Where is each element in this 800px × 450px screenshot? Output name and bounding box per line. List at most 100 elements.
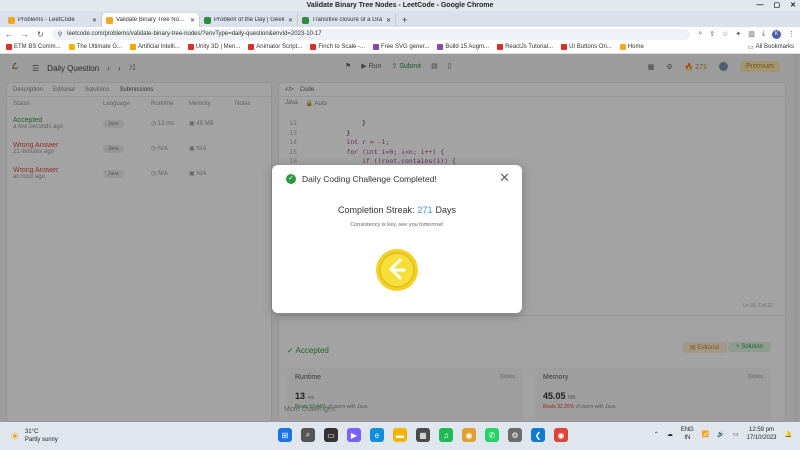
toolbar-right: ⌕ ⇪ ☆ ✦ ▥ ⤓ K ⋮ bbox=[698, 29, 795, 39]
bookmark-item[interactable]: Build 15 Augm... bbox=[437, 44, 489, 50]
wifi-icon[interactable]: 📶 bbox=[702, 431, 709, 438]
spotify-icon[interactable]: ♫ bbox=[439, 428, 453, 442]
minimize-button[interactable]: — bbox=[757, 0, 764, 11]
volume-icon[interactable]: 🔊 bbox=[717, 431, 724, 438]
weather-widget[interactable]: ☀ 31°C Partly sunny bbox=[10, 428, 58, 444]
close-tab-icon[interactable]: ✕ bbox=[386, 17, 391, 24]
all-bookmarks-label: All Bookmarks bbox=[755, 44, 794, 50]
bookmark-icon bbox=[6, 44, 12, 50]
bookmark-icon bbox=[310, 44, 317, 50]
bookmark-item[interactable]: Home bbox=[619, 44, 644, 50]
downloads-icon[interactable]: ⤓ bbox=[762, 30, 765, 38]
tab-problem-of-the-day[interactable]: Problem of the Day | Geek ✕ bbox=[200, 13, 298, 27]
bookmark-label: Free SVG gener... bbox=[381, 44, 430, 50]
battery-icon[interactable]: ▭ bbox=[733, 431, 739, 438]
omnibox[interactable]: ⚲ leetcode.com/problems/validate-binary-… bbox=[51, 28, 691, 40]
bookmark-label: ETM BS Comm... bbox=[14, 44, 61, 50]
chrome-icon-1[interactable]: ◉ bbox=[462, 428, 476, 442]
bookmark-star-icon[interactable]: ☆ bbox=[722, 30, 728, 38]
weather-sun-icon: ☀ bbox=[10, 430, 20, 443]
share-icon[interactable]: ⇪ bbox=[709, 30, 715, 38]
streak-label: Completion Streak: bbox=[337, 205, 415, 215]
bookmark-icon bbox=[619, 44, 626, 50]
modal-title: Daily Coding Challenge Completed! bbox=[302, 174, 437, 184]
close-tab-icon[interactable]: ✕ bbox=[190, 17, 195, 24]
window-title-bar: Validate Binary Tree Nodes - LeetCode - … bbox=[0, 0, 800, 11]
vscode-icon[interactable]: ❮ bbox=[531, 428, 545, 442]
leetcode-favicon-icon bbox=[106, 16, 113, 24]
task-view-icon[interactable]: ▭ bbox=[324, 428, 338, 442]
search-icon[interactable]: ⌕ bbox=[301, 428, 315, 442]
cloud-icon[interactable]: ☁ bbox=[667, 431, 673, 438]
chrome-icon-2[interactable]: ◉ bbox=[554, 428, 568, 442]
settings-icon[interactable]: ⚙ bbox=[508, 428, 522, 442]
bookmark-item[interactable]: Unity 3D | Men... bbox=[187, 44, 241, 50]
bookmark-item[interactable]: The Ultimate G... bbox=[68, 44, 123, 50]
bookmark-label: Finch to Scale -... bbox=[318, 44, 365, 50]
bookmark-item[interactable]: ETM BS Comm... bbox=[6, 44, 61, 50]
notifications-icon[interactable]: 🔔 bbox=[785, 431, 792, 438]
maximize-button[interactable]: ▢ bbox=[774, 0, 781, 11]
edge-icon[interactable]: e bbox=[370, 428, 384, 442]
tab-validate-binary-tree[interactable]: Validate Binary Tree Nodes ✕ bbox=[102, 13, 200, 27]
input-language[interactable]: ENG IN bbox=[681, 426, 694, 442]
clock[interactable]: 12:59 pm 17/10/2023 bbox=[746, 426, 776, 442]
bookmark-item[interactable]: ReactJs Tutorial... bbox=[497, 44, 553, 50]
tab-transitive-closure[interactable]: Transitive closure of a Gra ✕ bbox=[298, 13, 396, 27]
close-tab-icon[interactable]: ✕ bbox=[92, 17, 97, 24]
tab-problems[interactable]: Problems - LeetCode ✕ bbox=[4, 13, 102, 27]
tab-label: Validate Binary Tree Nodes bbox=[116, 17, 187, 23]
bookmark-label: The Ultimate G... bbox=[76, 44, 123, 50]
coin-badge-icon bbox=[376, 249, 418, 291]
bookmark-item[interactable]: Animator Script... bbox=[248, 44, 302, 50]
profile-avatar[interactable]: K bbox=[772, 29, 781, 39]
modal-subtitle: Consistency is key, see you tomorrow! bbox=[350, 222, 444, 228]
close-window-button[interactable]: ✕ bbox=[790, 0, 796, 11]
bookmark-item[interactable]: Artificial Intelli... bbox=[130, 44, 180, 50]
address-row: ← → ↻ ⚲ leetcode.com/problems/validate-b… bbox=[0, 27, 800, 41]
bookmark-label: Unity 3D | Men... bbox=[195, 44, 241, 50]
close-icon[interactable]: ✕ bbox=[499, 171, 510, 184]
gfg-favicon-icon bbox=[302, 16, 309, 24]
folder-icon: ▭ bbox=[747, 44, 754, 51]
weather-temp: 31°C bbox=[24, 429, 39, 435]
windows-start-icon[interactable]: ⊞ bbox=[278, 428, 292, 442]
whatsapp-icon[interactable]: ✆ bbox=[485, 428, 499, 442]
windows-taskbar: ☀ 31°C Partly sunny ⊞ ⌕ ▭ ▶ e ▬ ▦ ♫ ◉ ✆ ⚙ ❮ ◉ ⌃ ☁ EN… bbox=[0, 422, 800, 450]
url-text[interactable]: leetcode.com/problems/validate-binary-tr… bbox=[67, 31, 322, 37]
site-info-icon[interactable]: ⚲ bbox=[58, 31, 62, 38]
file-explorer-icon[interactable]: ▬ bbox=[393, 428, 407, 442]
side-panel-icon[interactable]: ▥ bbox=[748, 30, 755, 38]
chrome-menu-icon[interactable]: ⋮ bbox=[788, 30, 795, 38]
bookmark-icon bbox=[130, 44, 137, 50]
bookmark-item[interactable]: Free SVG gener... bbox=[373, 44, 429, 50]
bookmark-item[interactable]: UI Buttons On... bbox=[561, 44, 612, 50]
bookmark-icon bbox=[187, 44, 194, 50]
bookmark-label: Artificial Intelli... bbox=[138, 44, 180, 50]
extensions-icon[interactable]: ✦ bbox=[735, 30, 741, 38]
meet-icon[interactable]: ▶ bbox=[347, 428, 361, 442]
system-tray: ⌃ ☁ ENG IN 📶 🔊 ▭ 12:59 pm 17/10/2023 🔔 bbox=[654, 426, 792, 442]
zoom-icon[interactable]: ⌕ bbox=[698, 30, 702, 38]
bookmark-item[interactable]: Finch to Scale -... bbox=[310, 44, 365, 50]
tab-strip: Problems - LeetCode ✕ Validate Binary Tr… bbox=[0, 11, 800, 27]
store-icon[interactable]: ▦ bbox=[416, 428, 430, 442]
bookmark-icon bbox=[497, 44, 504, 50]
bookmark-icon bbox=[68, 44, 75, 50]
bookmark-icon bbox=[437, 44, 444, 50]
close-tab-icon[interactable]: ✕ bbox=[288, 17, 293, 24]
bookmark-icon bbox=[373, 44, 379, 50]
new-tab-button[interactable]: + bbox=[402, 13, 407, 27]
all-bookmarks[interactable]: ▭ All Bookmarks bbox=[748, 44, 794, 51]
bookmark-label: UI Buttons On... bbox=[569, 44, 612, 50]
reload-icon[interactable]: ↻ bbox=[37, 30, 44, 39]
tray-expand-icon[interactable]: ⌃ bbox=[654, 431, 659, 438]
bookmark-icon bbox=[561, 44, 568, 50]
weather-desc: Partly sunny bbox=[24, 437, 58, 443]
window-controls: — ▢ ✕ bbox=[757, 0, 797, 11]
gfg-favicon-icon bbox=[204, 16, 211, 24]
check-circle-icon: ✓ bbox=[286, 174, 296, 184]
forward-icon[interactable]: → bbox=[21, 30, 29, 39]
modal-header: ✓ Daily Coding Challenge Completed! bbox=[286, 174, 437, 184]
back-icon[interactable]: ← bbox=[5, 30, 13, 39]
